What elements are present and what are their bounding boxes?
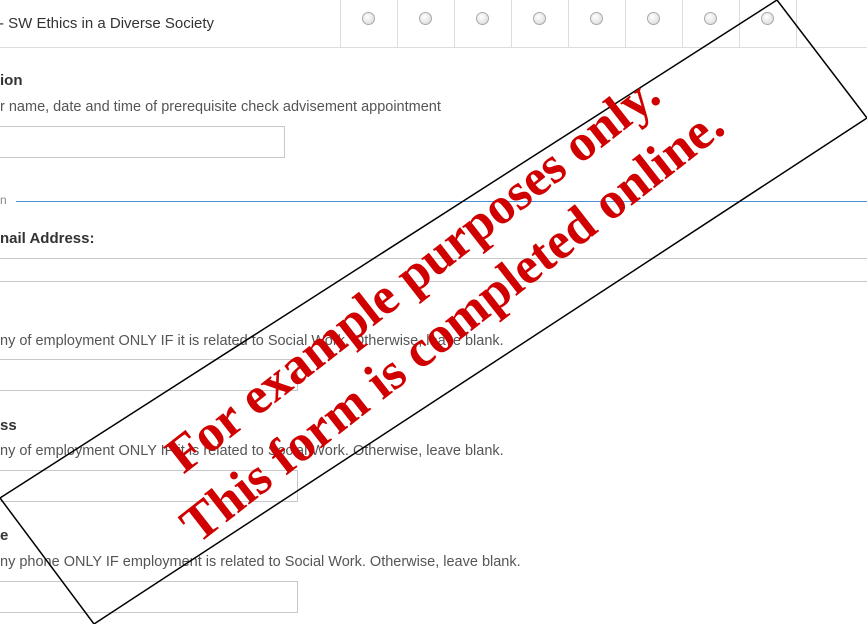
phone-help-text: ny phone ONLY IF employment is related t… xyxy=(0,554,521,570)
rating-cell xyxy=(341,0,398,47)
course-rating-row: - SW Ethics in a Diverse Society xyxy=(0,0,867,48)
address-help-text: ny of employment ONLY IF it is related t… xyxy=(0,443,504,459)
phone-label: e xyxy=(0,527,9,544)
rating-cell xyxy=(512,0,569,47)
section-divider xyxy=(16,201,867,202)
rating-cell xyxy=(740,0,797,47)
rating-cell xyxy=(455,0,512,47)
stamp-border xyxy=(0,0,867,624)
rating-cell xyxy=(398,0,455,47)
stamp-border-shape xyxy=(0,0,867,624)
rating-radio-3[interactable] xyxy=(476,12,489,25)
course-name: - SW Ethics in a Diverse Society xyxy=(0,0,341,47)
rating-radio-5[interactable] xyxy=(590,12,603,25)
advisement-label: ion xyxy=(0,72,23,89)
advisement-input[interactable] xyxy=(0,126,285,158)
address-input[interactable] xyxy=(0,470,298,502)
employment-help-text: ny of employment ONLY IF it is related t… xyxy=(0,333,504,349)
rating-cell xyxy=(626,0,683,47)
rating-radio-4[interactable] xyxy=(533,12,546,25)
rating-radio-6[interactable] xyxy=(647,12,660,25)
employment-input[interactable] xyxy=(0,359,298,391)
rating-cell xyxy=(683,0,740,47)
rating-radio-2[interactable] xyxy=(419,12,432,25)
advisement-help-text: r name, date and time of prerequisite ch… xyxy=(0,99,441,115)
address-label: ss xyxy=(0,417,17,434)
phone-input[interactable] xyxy=(0,581,298,613)
rating-radio-1[interactable] xyxy=(362,12,375,25)
section-legend: n xyxy=(0,193,7,207)
watermark-stamp: For example purposes only. This form is … xyxy=(0,0,867,624)
email-field[interactable] xyxy=(0,258,867,282)
rating-cell xyxy=(569,0,626,47)
rating-radio-8[interactable] xyxy=(761,12,774,25)
rating-radio-7[interactable] xyxy=(704,12,717,25)
email-label: nail Address: xyxy=(0,230,95,247)
